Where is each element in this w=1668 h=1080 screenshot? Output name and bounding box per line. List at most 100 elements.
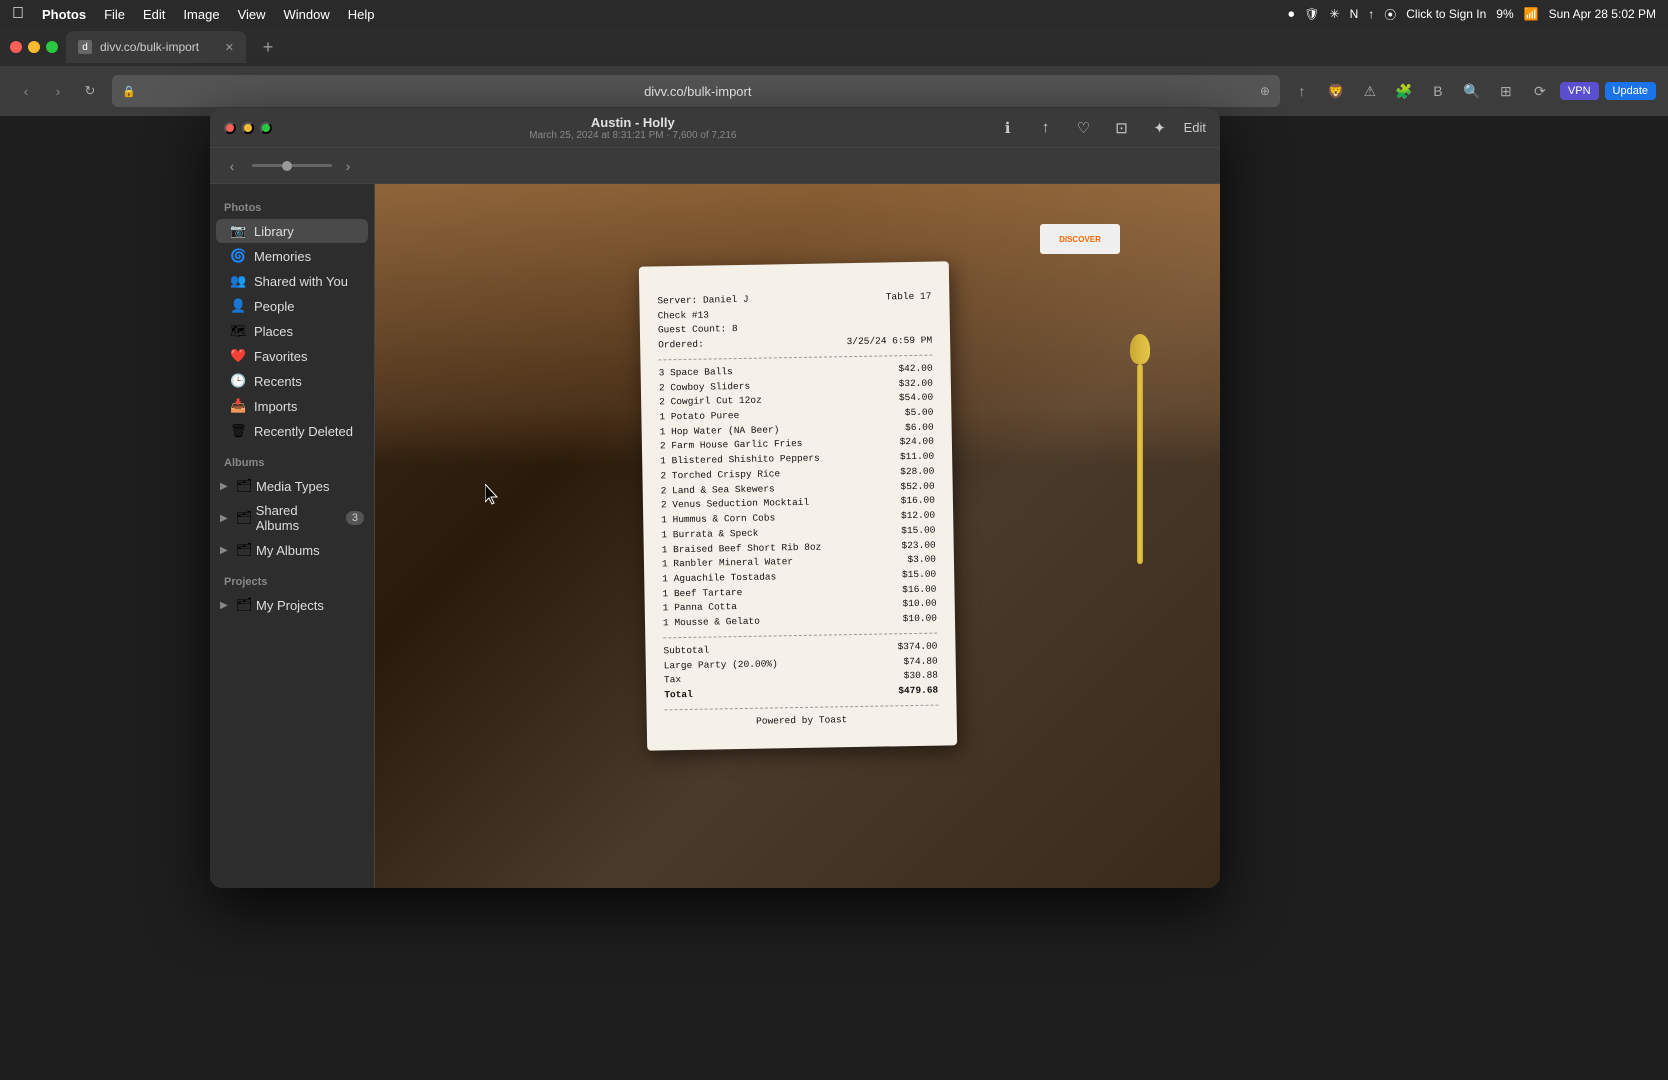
menubar-norton-icon: ⦿ (1384, 6, 1396, 23)
receipt-divider-2 (663, 632, 937, 638)
menubar-right: ⏺ 🛡 ✳ N ↑ ⦿ Click to Sign In 9% 📶 Sun Ap… (1288, 6, 1656, 23)
forward-button[interactable]: › (44, 77, 72, 105)
browser-tab[interactable]: d divv.co/bulk-import ✕ (66, 31, 246, 63)
recents-icon: 🕒 (230, 373, 246, 389)
app-menu-view[interactable]: View (238, 7, 266, 22)
menubar-sign-in[interactable]: Click to Sign In (1406, 7, 1486, 21)
app-menu-photos[interactable]: Photos (42, 7, 86, 22)
photos-section-header: Photos (210, 196, 374, 218)
sidebar-recently-deleted-label: Recently Deleted (254, 424, 353, 439)
refresh-button[interactable]: ↻ (76, 77, 104, 105)
photo-title: Austin - Holly (280, 115, 986, 130)
brave-lion-icon[interactable]: 🦁 (1322, 77, 1350, 105)
titlebar-center: Austin - Holly March 25, 2024 at 8:31:21… (280, 115, 986, 141)
shared-albums-label: Shared Albums (256, 503, 342, 533)
window-minimize-button[interactable] (242, 122, 254, 134)
heart-button[interactable]: ♡ (1070, 114, 1098, 142)
app-menu-window[interactable]: Window (284, 7, 330, 22)
brave-icon2[interactable]: B (1424, 77, 1452, 105)
sidebar-item-shared-albums[interactable]: ▶ 🗂 Shared Albums 3 (210, 499, 374, 537)
browser-minimize-button[interactable] (28, 41, 40, 53)
photo-subtitle: March 25, 2024 at 8:31:21 PM · 7,600 of … (280, 130, 986, 141)
app-menu-edit[interactable]: Edit (143, 7, 165, 22)
sidebar-places-label: Places (254, 324, 293, 339)
browser-tab-bar: d divv.co/bulk-import ✕ + (0, 28, 1668, 66)
share-icon[interactable]: ↑ (1288, 77, 1316, 105)
menubar-asterisk-icon: ✳ (1330, 7, 1340, 21)
my-projects-icon: 🗂 (236, 597, 252, 613)
browser-maximize-button[interactable] (46, 41, 58, 53)
back-button[interactable]: ‹ (12, 77, 40, 105)
address-bar[interactable]: 🔒 divv.co/bulk-import ⊕ (112, 75, 1280, 107)
vpn-button[interactable]: VPN (1560, 82, 1599, 100)
app-menu-file[interactable]: File (104, 7, 125, 22)
sidebar-item-recently-deleted[interactable]: 🗑 Recently Deleted (216, 419, 368, 443)
receipt-scene: DISCOVER Server: Daniel J Table 17 (375, 184, 1220, 888)
shared-albums-icon: 🗂 (236, 510, 252, 526)
photos-body: Photos 📷 Library 🌀 Memories 👥 Shared wit… (210, 184, 1220, 888)
titlebar-actions: ℹ ↑ ♡ ⊡ ✦ Edit (994, 114, 1206, 142)
sidebar-item-shared-with-you[interactable]: 👥 Shared with You (216, 269, 368, 293)
app-menu-image[interactable]: Image (183, 7, 219, 22)
sidebar-item-places[interactable]: 🗺 Places (216, 319, 368, 343)
receipt-divider-3 (664, 704, 938, 710)
shared-albums-badge: 3 (346, 511, 364, 525)
sidebar-item-media-types[interactable]: ▶ 🗂 Media Types (210, 474, 374, 498)
sidebar-item-my-projects[interactable]: ▶ 🗂 My Projects (210, 593, 374, 617)
bookmark-icon[interactable]: ⊕ (1260, 84, 1270, 98)
apple-menu[interactable]:  (12, 5, 24, 23)
sidebar-item-imports[interactable]: 📥 Imports (216, 394, 368, 418)
sidebar-item-people[interactable]: 👤 People (216, 294, 368, 318)
photo-slider[interactable] (252, 164, 332, 167)
nav-arrows: ‹ › ↻ (12, 77, 104, 105)
media-types-label: Media Types (256, 479, 329, 494)
search-icon[interactable]: 🔍 (1458, 77, 1486, 105)
favorites-icon: ❤️ (230, 348, 246, 364)
tab-title: divv.co/bulk-import (100, 40, 199, 54)
menubar-wifi-icon: 📶 (1524, 7, 1539, 21)
sidebar-memories-label: Memories (254, 249, 311, 264)
sidebar-item-memories[interactable]: 🌀 Memories (216, 244, 368, 268)
lock-icon: 🔒 (122, 85, 136, 98)
media-types-icon: 🗂 (236, 478, 252, 494)
extensions-icon[interactable]: 🧩 (1390, 77, 1418, 105)
tab-favicon: d (78, 40, 92, 54)
tab-close-icon[interactable]: ✕ (225, 41, 234, 54)
app-menu-help[interactable]: Help (348, 7, 375, 22)
discover-card: DISCOVER (1040, 224, 1120, 254)
window-close-button[interactable] (224, 122, 236, 134)
grid-icon[interactable]: ⊞ (1492, 77, 1520, 105)
sidebar-item-my-albums[interactable]: ▶ 🗂 My Albums (210, 538, 374, 562)
info-button[interactable]: ℹ (994, 114, 1022, 142)
browser-close-button[interactable] (10, 41, 22, 53)
library-icon: 📷 (230, 223, 246, 239)
photo-forward-button[interactable]: › (336, 154, 360, 178)
share-button[interactable]: ↑ (1032, 114, 1060, 142)
sidebar-item-library[interactable]: 📷 Library (216, 219, 368, 243)
menubar-datetime: Sun Apr 28 5:02 PM (1549, 7, 1656, 21)
photos-nav-bar: ‹ › (210, 148, 1220, 184)
photo-back-button[interactable]: ‹ (220, 154, 244, 178)
spoon-head (1130, 334, 1150, 364)
spoon-handle (1137, 364, 1143, 564)
receipt-table: Table 17 (885, 290, 931, 306)
update-button[interactable]: Update (1605, 82, 1656, 100)
edit-button[interactable]: Edit (1184, 120, 1206, 135)
adjust-button[interactable]: ✦ (1146, 114, 1174, 142)
recently-deleted-icon: 🗑 (230, 423, 246, 439)
menubar-shield-icon: 🛡 (1304, 7, 1319, 21)
sidebar-item-recents[interactable]: 🕒 Recents (216, 369, 368, 393)
crop-button[interactable]: ⊡ (1108, 114, 1136, 142)
sidebar-library-label: Library (254, 224, 294, 239)
receipt-paper: Server: Daniel J Table 17 Check #13 Gues… (638, 261, 956, 751)
new-tab-button[interactable]: + (254, 33, 282, 61)
sidebar-imports-label: Imports (254, 399, 297, 414)
imports-icon: 📥 (230, 398, 246, 414)
sync-icon[interactable]: ⟳ (1526, 77, 1554, 105)
sidebar-item-favorites[interactable]: ❤️ Favorites (216, 344, 368, 368)
receipt-server: Server: Daniel J (657, 293, 748, 309)
window-maximize-button[interactable] (260, 122, 272, 134)
my-albums-chevron: ▶ (220, 545, 232, 556)
alert-icon[interactable]: ⚠ (1356, 77, 1384, 105)
slider-track (252, 164, 332, 167)
